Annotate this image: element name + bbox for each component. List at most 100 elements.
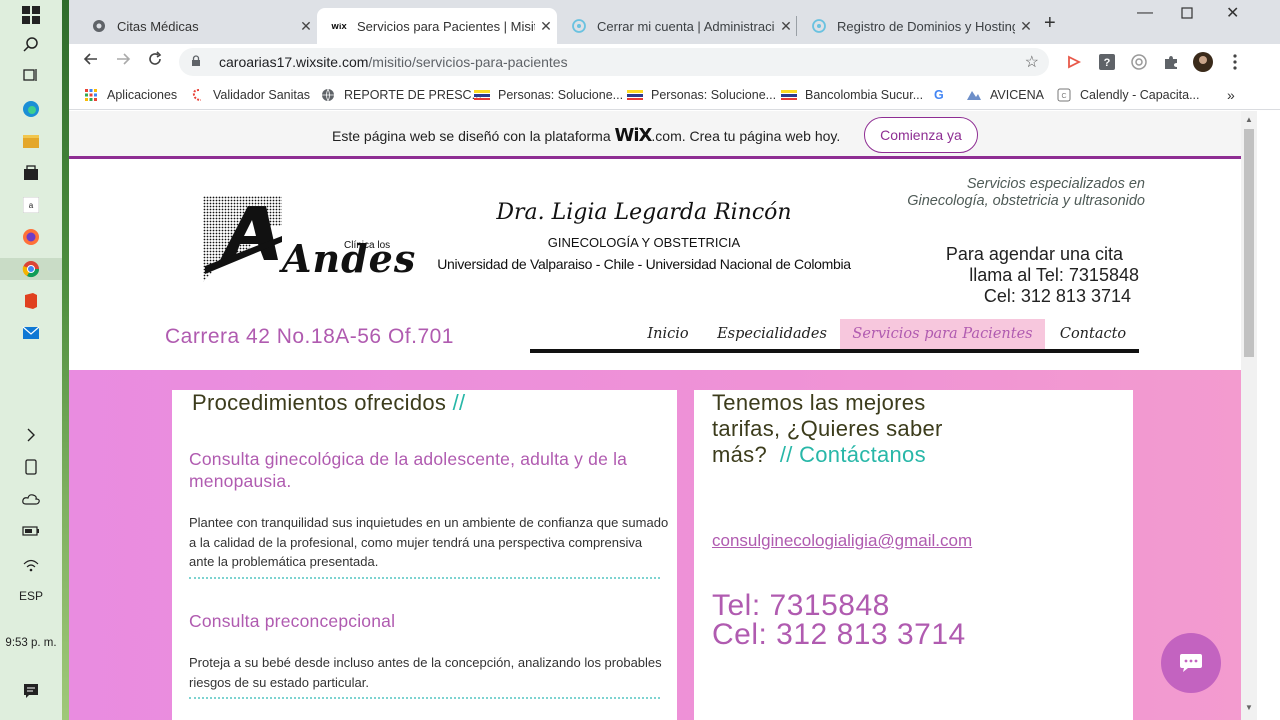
chrome-icon[interactable] (20, 258, 42, 280)
address-bar[interactable]: caroarias17.wixsite.com/misitio/servicio… (179, 48, 1049, 76)
bookmark-calendly[interactable]: C Calendly - Capacita... (1056, 85, 1200, 105)
help-extension-icon[interactable]: ? (1097, 52, 1117, 72)
nav-inicio[interactable]: Inicio (634, 319, 702, 349)
clinica-los-andes-logo[interactable]: Clínica los Andes (200, 196, 415, 282)
procedures-card: Procedimientos ofrecidos // Consulta gin… (172, 390, 677, 720)
bookmark-google[interactable]: G (934, 85, 944, 105)
reload-icon[interactable] (147, 51, 163, 72)
scroll-thumb[interactable] (1244, 129, 1254, 357)
tab-citas-medicas[interactable]: Citas Médicas ✕ (77, 8, 317, 44)
close-tab-icon[interactable]: ✕ (535, 18, 557, 35)
contact-title: Tenemos las mejores tarifas, ¿Quieres sa… (712, 390, 1012, 468)
back-icon[interactable] (83, 51, 99, 72)
contact-tel: Tel: 7315848 (712, 589, 890, 622)
close-tab-icon[interactable]: ✕ (295, 18, 317, 35)
chat-button[interactable] (1161, 633, 1221, 693)
bookmark-avicena[interactable]: AVICENA (966, 85, 1044, 105)
chat-bubble-icon (1180, 654, 1202, 672)
task-view-icon[interactable] (20, 64, 42, 86)
bookmark-personas-2[interactable]: Personas: Solucione... (627, 85, 776, 105)
puzzle-extensions-icon[interactable] (1161, 52, 1181, 72)
bookmark-bancolombia[interactable]: Bancolombia Sucur... (781, 85, 923, 105)
svg-text:?: ? (1104, 57, 1111, 69)
forward-icon[interactable] (115, 51, 131, 72)
amazon-icon[interactable]: a (20, 194, 42, 216)
tab-servicios-pacientes[interactable]: WiX Servicios para Pacientes | Misitio ✕ (317, 8, 557, 44)
nav-contacto[interactable]: Contacto (1052, 319, 1134, 349)
minimize-icon[interactable]: — (1137, 4, 1153, 22)
content-section: Procedimientos ofrecidos // Consulta gin… (69, 370, 1241, 720)
service-title-preconcepcional: Consulta preconcepcional (189, 611, 396, 631)
service-divider (189, 577, 660, 579)
edge-browser-icon[interactable] (20, 98, 42, 120)
doctor-universities: Universidad de Valparaiso - Chile - Univ… (437, 256, 851, 272)
browser-window: Citas Médicas ✕ WiX Servicios para Pacie… (69, 0, 1280, 720)
bookmark-label: Calendly - Capacita... (1080, 88, 1200, 102)
windows-taskbar: a ESP 9:53 p. m. (0, 0, 62, 720)
bookmark-personas-1[interactable]: Personas: Solucione... (474, 85, 623, 105)
services-tagline: Servicios especializados en Ginecología,… (829, 176, 1145, 210)
hostinger-icon (571, 18, 587, 34)
wifi-icon[interactable] (20, 554, 42, 576)
agenda-line-2: llama al Tel: 7315848 (969, 265, 1139, 285)
firefox-icon[interactable] (20, 226, 42, 248)
tab-cerrar-cuenta[interactable]: Cerrar mi cuenta | Administración ✕ (557, 8, 797, 44)
service-divider (189, 697, 660, 699)
close-tab-icon[interactable]: ✕ (1015, 18, 1037, 35)
contact-title-accent[interactable]: // Contáctanos (780, 442, 926, 467)
new-tab-button[interactable]: + (1044, 12, 1056, 35)
svg-text:C: C (1061, 93, 1066, 100)
bookmarks-bar: Aplicaciones Validador Sanitas REPORTE D… (69, 80, 1280, 110)
bookmark-reporte[interactable]: REPORTE DE PRESC... (320, 85, 482, 105)
bookmark-validador-sanitas[interactable]: Validador Sanitas (189, 85, 310, 105)
bookmark-aplicaciones[interactable]: Aplicaciones (83, 85, 177, 105)
windows-start-icon[interactable] (20, 4, 42, 26)
close-tab-icon[interactable]: ✕ (775, 18, 797, 35)
mail-icon[interactable] (20, 322, 42, 344)
profile-avatar[interactable] (1193, 52, 1213, 72)
nav-especialidades[interactable]: Especialidades (710, 319, 834, 349)
email-link[interactable]: consulginecologialigia@gmail.com (712, 531, 972, 551)
extension-red-icon[interactable] (1065, 52, 1085, 72)
office-icon[interactable] (20, 290, 42, 312)
url-domain: caroarias17.wixsite.com (219, 54, 369, 70)
procedures-title: Procedimientos ofrecidos // (192, 390, 465, 416)
site-header: Clínica los Andes Dra. Ligia Legarda Rin… (69, 162, 1241, 370)
notifications-icon[interactable] (20, 680, 42, 702)
tab-registro-dominios[interactable]: Registro de Dominios y Hosting e ✕ (797, 8, 1037, 44)
store-icon[interactable] (20, 162, 42, 184)
battery-icon[interactable] (20, 520, 42, 542)
nav-servicios-pacientes[interactable]: Servicios para Pacientes (840, 319, 1045, 349)
phone-link-icon[interactable] (20, 456, 42, 478)
scroll-up-icon[interactable]: ▲ (1245, 115, 1253, 124)
bookmark-star-icon[interactable]: ☆ (1025, 52, 1039, 72)
extension-circle-icon[interactable] (1129, 52, 1149, 72)
maximize-icon[interactable] (1181, 6, 1193, 24)
avicena-icon (966, 88, 982, 102)
bancolombia-icon (474, 88, 490, 102)
scroll-down-icon[interactable]: ▼ (1245, 703, 1253, 712)
globe-icon (91, 18, 107, 34)
language-indicator[interactable]: ESP (0, 589, 62, 603)
onedrive-icon[interactable] (20, 488, 42, 510)
clinic-address: Carrera 42 No.18A-56 Of.701 (165, 325, 454, 348)
tab-strip: Citas Médicas ✕ WiX Servicios para Pacie… (69, 0, 1280, 44)
contact-title-line-3-text: más? (712, 442, 780, 467)
lock-icon[interactable] (191, 54, 209, 70)
close-window-icon[interactable]: ✕ (1226, 3, 1239, 23)
tagline-line-2: Ginecología, obstetricia y ultrasonido (907, 193, 1145, 209)
doctor-specialty: GINECOLOGÍA Y OBSTETRICIA (547, 235, 741, 250)
wix-banner-text-after: .com. Crea tu página web hoy. (651, 128, 841, 144)
browser-menu-icon[interactable] (1225, 52, 1245, 72)
search-icon[interactable] (20, 34, 42, 56)
chevron-right-icon[interactable] (20, 424, 42, 446)
more-bookmarks-icon[interactable]: » (1227, 85, 1235, 105)
page-scrollbar[interactable]: ▲ ▼ (1241, 111, 1257, 720)
service-title-consulta-ginecologica: Consulta ginecológica de la adolescente,… (189, 449, 628, 491)
comienza-ya-button[interactable]: Comienza ya (864, 117, 978, 153)
clock[interactable]: 9:53 p. m. (0, 637, 62, 649)
url-text: caroarias17.wixsite.com/misitio/servicio… (219, 54, 568, 70)
file-explorer-icon[interactable] (20, 130, 42, 152)
svg-text:WiX: WiX (331, 23, 347, 31)
wix-banner-text: Este página web se diseñó con la platafo… (332, 125, 840, 146)
